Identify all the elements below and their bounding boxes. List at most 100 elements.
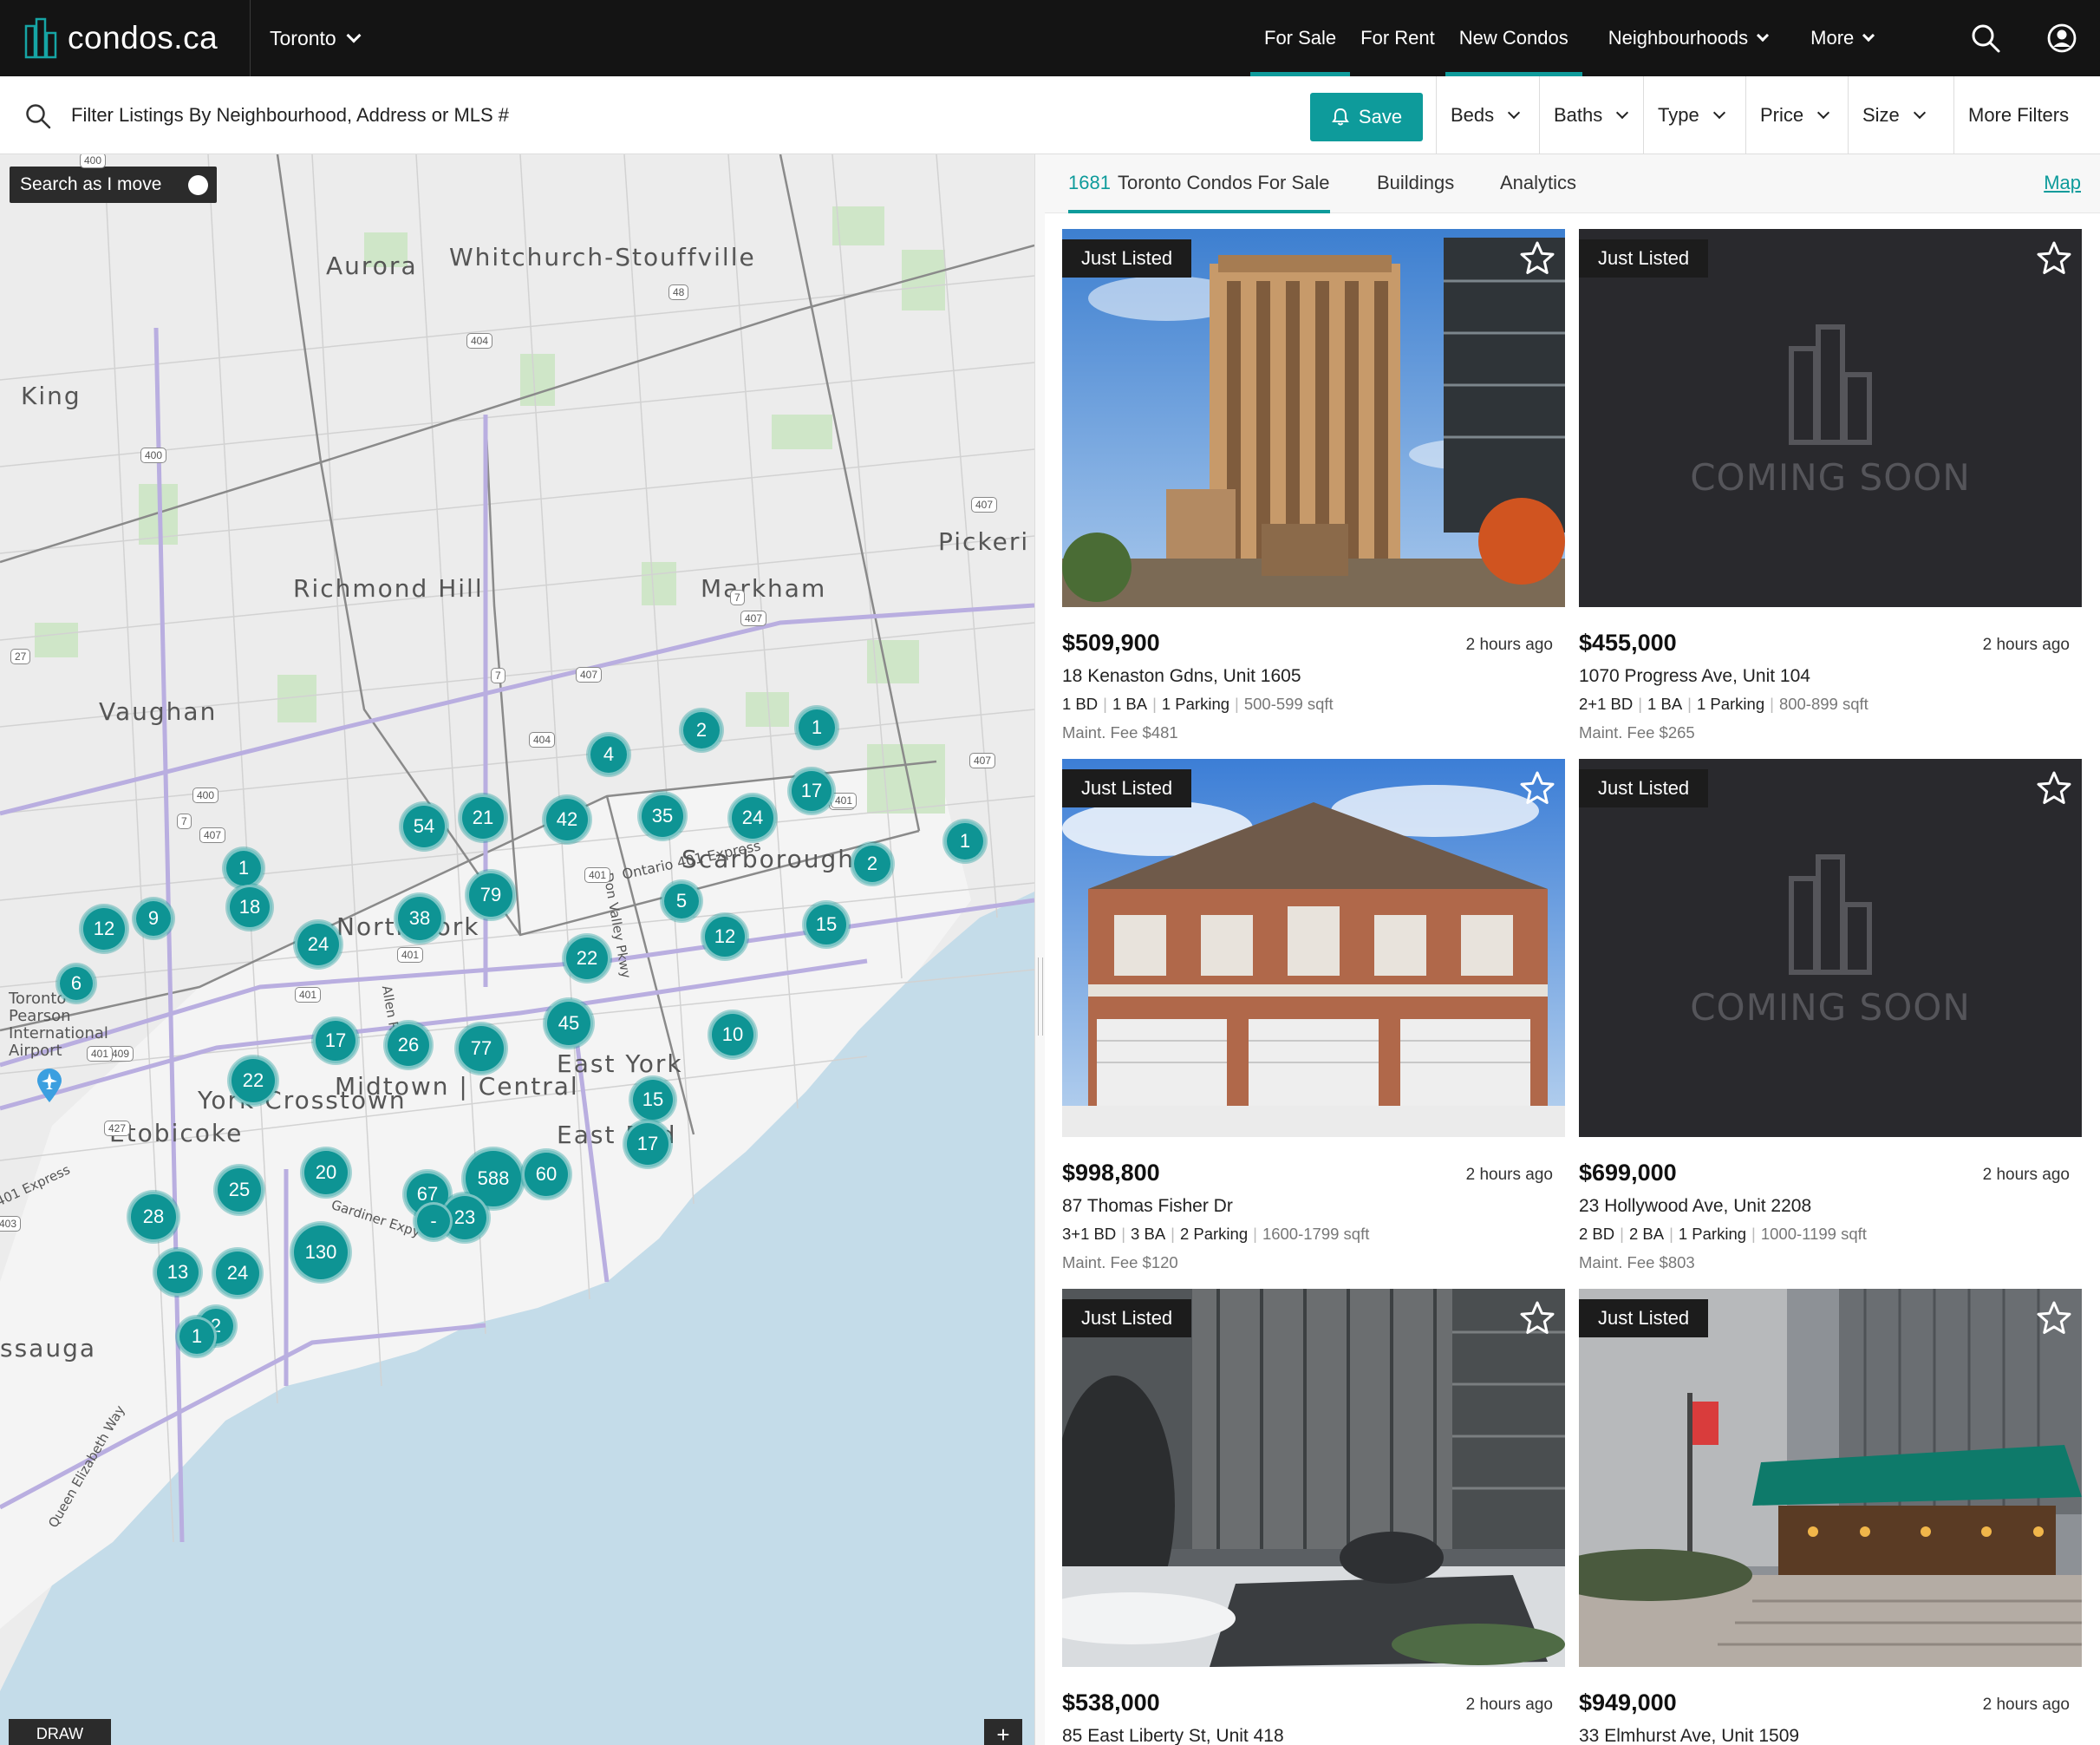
more-filters-button[interactable]: More Filters bbox=[1953, 76, 2100, 154]
listing-cluster[interactable]: 12 bbox=[702, 914, 747, 959]
listing-cluster[interactable]: 24 bbox=[213, 1249, 262, 1297]
brand-logo[interactable]: condos.ca bbox=[0, 0, 251, 76]
listing-cluster[interactable]: 1 bbox=[796, 707, 838, 748]
listing-cluster[interactable]: 24 bbox=[729, 794, 776, 841]
sqft: 800-899 sqft bbox=[1778, 695, 1868, 713]
listing-price: $538,000 bbox=[1062, 1689, 1160, 1716]
beds-dropdown[interactable]: Beds bbox=[1436, 76, 1539, 154]
favorite-star-icon[interactable] bbox=[1518, 1299, 1556, 1337]
price-dropdown[interactable]: Price bbox=[1745, 76, 1848, 154]
just-listed-badge: Just Listed bbox=[1579, 769, 1709, 807]
save-search-button[interactable]: Save bbox=[1310, 93, 1423, 141]
panel-resize-handle[interactable] bbox=[1034, 154, 1045, 1745]
map-link[interactable]: Map bbox=[2044, 154, 2081, 212]
listing-cluster[interactable]: 4 bbox=[588, 734, 629, 775]
listing-cluster[interactable]: 2 bbox=[681, 709, 722, 751]
listing-card[interactable]: COMING SOON Just Listed $455,000 2 hours… bbox=[1579, 229, 2082, 742]
listing-cluster[interactable]: 38 bbox=[395, 894, 444, 943]
nav-for-rent[interactable]: For Rent bbox=[1360, 0, 1435, 76]
listing-cluster[interactable]: 2 bbox=[851, 843, 893, 885]
logo-icon bbox=[24, 17, 57, 59]
listing-card[interactable]: Just Listed $509,900 2 hours ago 18 Kena… bbox=[1062, 229, 1565, 742]
price-label: Price bbox=[1760, 104, 1804, 126]
listing-cluster[interactable]: 35 bbox=[639, 793, 686, 840]
listing-cluster[interactable]: 21 bbox=[460, 794, 506, 841]
listing-photo: Just Listed bbox=[1062, 1289, 1565, 1667]
type-dropdown[interactable]: Type bbox=[1643, 76, 1745, 154]
listing-cluster[interactable]: 24 bbox=[295, 921, 342, 968]
listing-cluster[interactable]: 26 bbox=[385, 1022, 432, 1069]
highway-shield: 401 bbox=[397, 947, 424, 963]
listing-cluster[interactable]: 45 bbox=[545, 999, 593, 1048]
listing-cluster[interactable]: 22 bbox=[564, 935, 610, 982]
listing-photo: COMING SOON Just Listed bbox=[1579, 229, 2082, 607]
size-label: Size bbox=[1862, 104, 1900, 126]
chevron-down-icon bbox=[1508, 106, 1521, 119]
size-dropdown[interactable]: Size bbox=[1848, 76, 1953, 154]
listing-cluster[interactable]: 20 bbox=[302, 1148, 350, 1197]
listing-card[interactable]: Just Listed $998,800 2 hours ago 87 Thom… bbox=[1062, 759, 1565, 1271]
listing-price: $949,000 bbox=[1579, 1689, 1677, 1716]
listing-cluster[interactable]: 6 bbox=[57, 964, 95, 1003]
place-label: King bbox=[21, 382, 82, 410]
highway-shield: 401 bbox=[87, 1046, 114, 1062]
nav-more[interactable]: More bbox=[1810, 0, 1875, 76]
place-label: York Crosstown bbox=[198, 1086, 407, 1114]
listing-cluster[interactable]: 17 bbox=[624, 1121, 671, 1167]
highway-shield: 27 bbox=[10, 649, 31, 664]
listing-cluster[interactable]: 13 bbox=[154, 1249, 201, 1296]
search-as-i-move-toggle[interactable]: Search as I move bbox=[10, 167, 217, 203]
tab-analytics[interactable]: Analytics bbox=[1500, 154, 1576, 213]
listing-cluster[interactable]: 60 bbox=[522, 1150, 571, 1199]
listing-cluster[interactable]: 1 bbox=[224, 848, 264, 888]
city-selector[interactable]: Toronto bbox=[270, 27, 362, 50]
favorite-star-icon[interactable] bbox=[2035, 769, 2073, 807]
listings-map[interactable]: Search as I move Aurora Whitchurch-Stouf… bbox=[0, 154, 1034, 1745]
toggle-label: Search as I move bbox=[20, 174, 162, 194]
tab-buildings[interactable]: Buildings bbox=[1377, 154, 1454, 213]
nav-new-condos[interactable]: New Condos bbox=[1445, 0, 1582, 76]
listing-cluster[interactable]: 130 bbox=[291, 1223, 350, 1282]
listing-cluster[interactable]: 79 bbox=[466, 871, 515, 919]
listing-cluster[interactable]: 42 bbox=[544, 796, 590, 843]
listing-cluster[interactable]: 15 bbox=[804, 902, 849, 947]
listing-cluster[interactable]: 10 bbox=[709, 1011, 756, 1058]
parking: 1 Parking bbox=[1678, 1225, 1747, 1243]
tab-for-sale[interactable]: 1681 Toronto Condos For Sale bbox=[1068, 154, 1330, 213]
townhouse-photo bbox=[1062, 759, 1565, 1137]
zoom-in-button[interactable]: + bbox=[984, 1719, 1022, 1745]
listing-cluster[interactable]: 54 bbox=[401, 803, 447, 850]
chevron-down-icon bbox=[346, 28, 362, 42]
listing-cluster[interactable]: 1 bbox=[944, 820, 986, 862]
favorite-star-icon[interactable] bbox=[1518, 239, 1556, 278]
listing-cluster[interactable]: 28 bbox=[128, 1192, 179, 1242]
listing-cluster[interactable]: 77 bbox=[456, 1023, 506, 1074]
listing-cluster[interactable]: 17 bbox=[789, 768, 834, 814]
listing-card[interactable]: COMING SOON Just Listed $699,000 2 hours… bbox=[1579, 759, 2082, 1271]
baths-dropdown[interactable]: Baths bbox=[1539, 76, 1643, 154]
favorite-star-icon[interactable] bbox=[1518, 769, 1556, 807]
draw-button[interactable]: DRAW bbox=[9, 1719, 111, 1745]
search-icon[interactable] bbox=[1968, 21, 2003, 56]
nav-neighbourhoods-label: Neighbourhoods bbox=[1608, 27, 1749, 49]
listing-cluster[interactable]: 9 bbox=[134, 899, 173, 938]
listing-cluster[interactable]: 18 bbox=[227, 885, 272, 930]
favorite-star-icon[interactable] bbox=[2035, 1299, 2073, 1337]
listing-filter-input[interactable] bbox=[71, 95, 1285, 135]
listing-cluster[interactable]: 15 bbox=[630, 1077, 675, 1122]
listing-address: 33 Elmhurst Ave, Unit 1509 bbox=[1579, 1726, 1800, 1745]
listing-card[interactable]: Just Listed $538,000 2 hours ago 85 East… bbox=[1062, 1289, 1565, 1745]
listing-cluster[interactable]: 12 bbox=[81, 905, 127, 952]
listing-card[interactable]: Just Listed $949,000 2 hours ago 33 Elmh… bbox=[1579, 1289, 2082, 1745]
account-icon[interactable] bbox=[2045, 21, 2079, 56]
listing-cluster[interactable]: 5 bbox=[662, 881, 701, 921]
nav-neighbourhoods[interactable]: Neighbourhoods bbox=[1608, 0, 1770, 76]
nav-for-sale[interactable]: For Sale bbox=[1249, 0, 1351, 76]
listing-cluster[interactable]: 25 bbox=[215, 1166, 264, 1214]
listing-cluster[interactable]: 1 bbox=[177, 1317, 217, 1356]
listing-cluster[interactable]: 22 bbox=[229, 1056, 277, 1105]
search-icon bbox=[26, 104, 51, 129]
listing-cluster[interactable]: 17 bbox=[313, 1018, 358, 1063]
listing-cluster[interactable]: - bbox=[414, 1202, 453, 1240]
favorite-star-icon[interactable] bbox=[2035, 239, 2073, 278]
